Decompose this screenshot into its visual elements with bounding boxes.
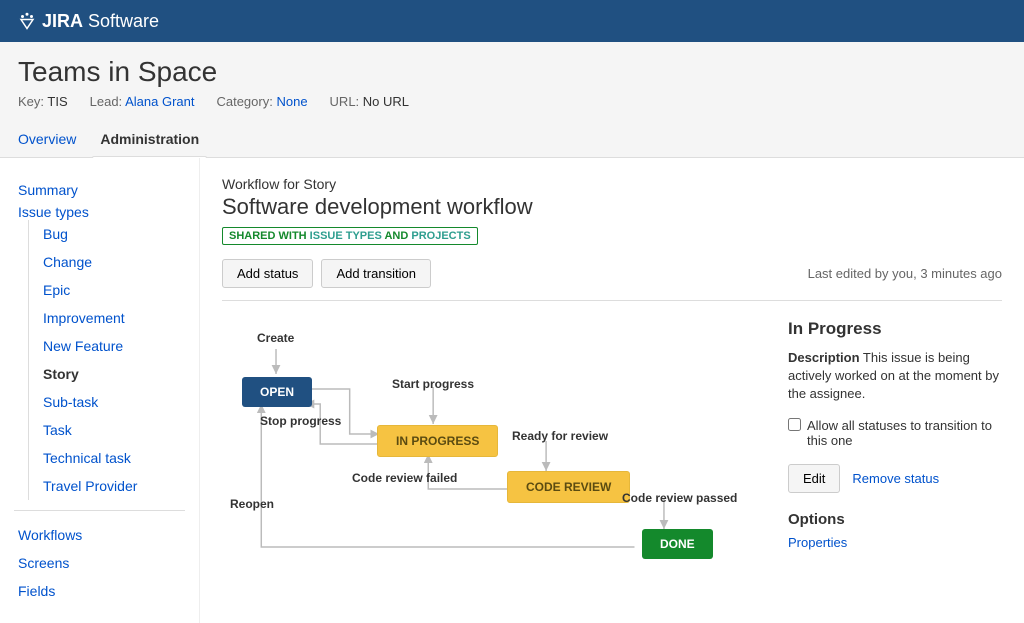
sidebar-item-technical-task[interactable]: Technical task xyxy=(39,444,185,472)
transition-code-review-failed[interactable]: Code review failed xyxy=(352,471,457,485)
project-title: Teams in Space xyxy=(18,56,1006,88)
sidebar-item-travel-provider[interactable]: Travel Provider xyxy=(39,472,185,500)
status-code-review[interactable]: CODE REVIEW xyxy=(507,471,630,503)
sidebar-screens[interactable]: Screens xyxy=(14,549,185,577)
status-detail-panel: In Progress Description This issue is be… xyxy=(772,319,1002,599)
sidebar-item-sub-task[interactable]: Sub-task xyxy=(39,388,185,416)
status-in-progress[interactable]: IN PROGRESS xyxy=(377,425,498,457)
workflow-subtitle: Workflow for Story xyxy=(222,176,1002,192)
remove-status-link[interactable]: Remove status xyxy=(852,471,939,486)
sidebar-item-task[interactable]: Task xyxy=(39,416,185,444)
allow-all-label: Allow all statuses to transition to this… xyxy=(807,418,1002,448)
lead-label: Lead: xyxy=(90,94,123,109)
transition-create[interactable]: Create xyxy=(257,331,294,345)
sidebar-issue-types[interactable]: Issue types xyxy=(14,198,93,226)
panel-heading: In Progress xyxy=(788,319,1002,339)
topbar: JIRA Software xyxy=(0,0,1024,42)
sidebar-workflows[interactable]: Workflows xyxy=(14,521,185,549)
edit-button[interactable]: Edit xyxy=(788,464,840,493)
status-open[interactable]: OPEN xyxy=(242,377,312,407)
category-link[interactable]: None xyxy=(276,94,307,109)
allow-all-checkbox[interactable] xyxy=(788,418,801,431)
shared-projects[interactable]: PROJECTS xyxy=(411,230,470,242)
url-label: URL: xyxy=(330,94,360,109)
options-heading: Options xyxy=(788,511,1002,528)
project-header: Teams in Space Key: TIS Lead: Alana Gran… xyxy=(0,42,1024,158)
workflow-diagram[interactable]: Create OPEN Start progress Stop progress… xyxy=(222,319,772,599)
tab-administration[interactable]: Administration xyxy=(100,123,199,157)
workflow-toolbar: Add status Add transition Last edited by… xyxy=(222,259,1002,301)
sidebar-item-improvement[interactable]: Improvement xyxy=(39,304,185,332)
jira-logo-icon xyxy=(18,12,36,30)
lead-link[interactable]: Alana Grant xyxy=(125,94,194,109)
sidebar-item-change[interactable]: Change xyxy=(39,248,185,276)
brand-light: Software xyxy=(83,11,159,31)
content: Workflow for Story Software development … xyxy=(200,158,1024,623)
tab-overview[interactable]: Overview xyxy=(18,123,76,157)
shared-issue-types[interactable]: ISSUE TYPES xyxy=(310,230,382,242)
allow-all-row[interactable]: Allow all statuses to transition to this… xyxy=(788,418,1002,448)
project-meta: Key: TIS Lead: Alana Grant Category: Non… xyxy=(18,94,1006,109)
shared-prefix: SHARED WITH xyxy=(229,230,310,242)
transition-stop-progress[interactable]: Stop progress xyxy=(260,414,341,428)
panel-desc-label: Description xyxy=(788,350,860,365)
sidebar-fields[interactable]: Fields xyxy=(14,577,185,605)
sidebar: Summary Issue types BugChangeEpicImprove… xyxy=(0,158,200,623)
sidebar-item-epic[interactable]: Epic xyxy=(39,276,185,304)
shared-badge: SHARED WITH ISSUE TYPES AND PROJECTS xyxy=(222,227,478,245)
brand-bold: JIRA xyxy=(42,11,83,31)
transition-ready-for-review[interactable]: Ready for review xyxy=(512,429,608,443)
last-edited: Last edited by you, 3 minutes ago xyxy=(808,266,1002,281)
transition-start-progress[interactable]: Start progress xyxy=(392,377,474,391)
transition-code-review-passed[interactable]: Code review passed xyxy=(622,491,737,505)
sidebar-divider xyxy=(14,510,185,511)
properties-link[interactable]: Properties xyxy=(788,535,847,550)
transition-reopen[interactable]: Reopen xyxy=(230,497,274,511)
url-value: No URL xyxy=(363,94,409,109)
brand: JIRA Software xyxy=(18,11,159,32)
key-value: TIS xyxy=(47,94,67,109)
add-transition-button[interactable]: Add transition xyxy=(321,259,431,288)
sidebar-item-story[interactable]: Story xyxy=(39,360,185,388)
key-label: Key: xyxy=(18,94,44,109)
project-tabs: Overview Administration xyxy=(18,123,1006,157)
status-done[interactable]: DONE xyxy=(642,529,713,559)
add-status-button[interactable]: Add status xyxy=(222,259,313,288)
sidebar-item-new-feature[interactable]: New Feature xyxy=(39,332,185,360)
category-label: Category: xyxy=(216,94,272,109)
shared-join: AND xyxy=(382,230,412,242)
workflow-title: Software development workflow xyxy=(222,194,1002,220)
